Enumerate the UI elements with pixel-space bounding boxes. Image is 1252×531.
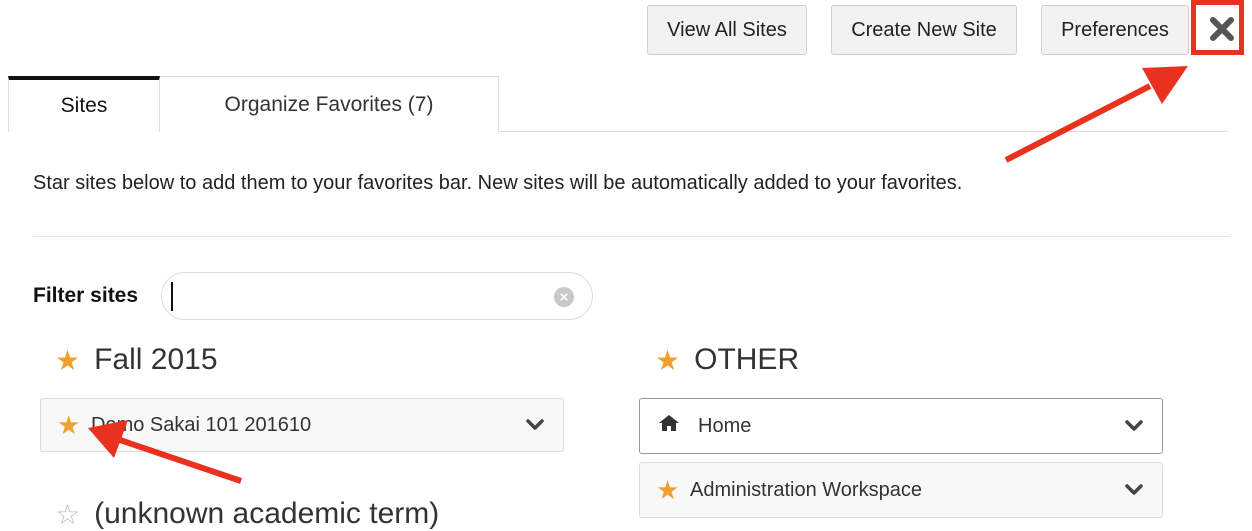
filter-sites-input[interactable]: × [161, 272, 593, 320]
term-title: OTHER [694, 343, 800, 376]
site-row-administration-workspace[interactable]: ★ Administration Workspace [639, 462, 1163, 518]
term-heading-fall-2015: ★ Fall 2015 [55, 343, 218, 377]
term-title: Fall 2015 [94, 343, 218, 376]
site-label: Demo Sakai 101 201610 [91, 413, 312, 436]
term-heading-other: ★ OTHER [655, 343, 799, 377]
close-icon[interactable] [1205, 12, 1239, 46]
star-filled-icon[interactable]: ★ [55, 344, 80, 377]
view-all-sites-button[interactable]: View All Sites [647, 5, 807, 55]
annotation-arrow-close [1004, 66, 1188, 163]
chevron-down-icon[interactable] [525, 418, 545, 432]
tab-sites[interactable]: Sites [8, 76, 160, 132]
term-title: (unknown academic term) [94, 497, 440, 530]
section-divider [33, 236, 1230, 237]
home-icon [658, 414, 698, 438]
site-label: Administration Workspace [690, 478, 922, 501]
term-heading-unknown: ☆ (unknown academic term) [55, 497, 439, 531]
site-row-demo-sakai[interactable]: ★ Demo Sakai 101 201610 [40, 398, 564, 452]
clear-circle-icon[interactable]: × [554, 287, 574, 307]
intro-text: Star sites below to add them to your fav… [33, 172, 963, 194]
site-label: Home [698, 414, 752, 437]
chevron-down-icon[interactable] [1124, 483, 1144, 497]
site-row-home[interactable]: Home [639, 398, 1163, 454]
star-filled-icon[interactable]: ★ [655, 344, 680, 377]
preferences-button[interactable]: Preferences [1041, 5, 1189, 55]
filter-sites-label: Filter sites [33, 284, 139, 307]
star-outline-icon[interactable]: ☆ [55, 498, 80, 531]
create-new-site-button[interactable]: Create New Site [831, 5, 1017, 55]
star-filled-icon[interactable]: ★ [656, 475, 690, 506]
tab-bar-underline [498, 131, 1228, 132]
chevron-down-icon[interactable] [1124, 419, 1144, 433]
text-caret [171, 282, 173, 311]
star-filled-icon[interactable]: ★ [57, 410, 91, 441]
tab-organize-favorites[interactable]: Organize Favorites (7) [160, 76, 499, 132]
